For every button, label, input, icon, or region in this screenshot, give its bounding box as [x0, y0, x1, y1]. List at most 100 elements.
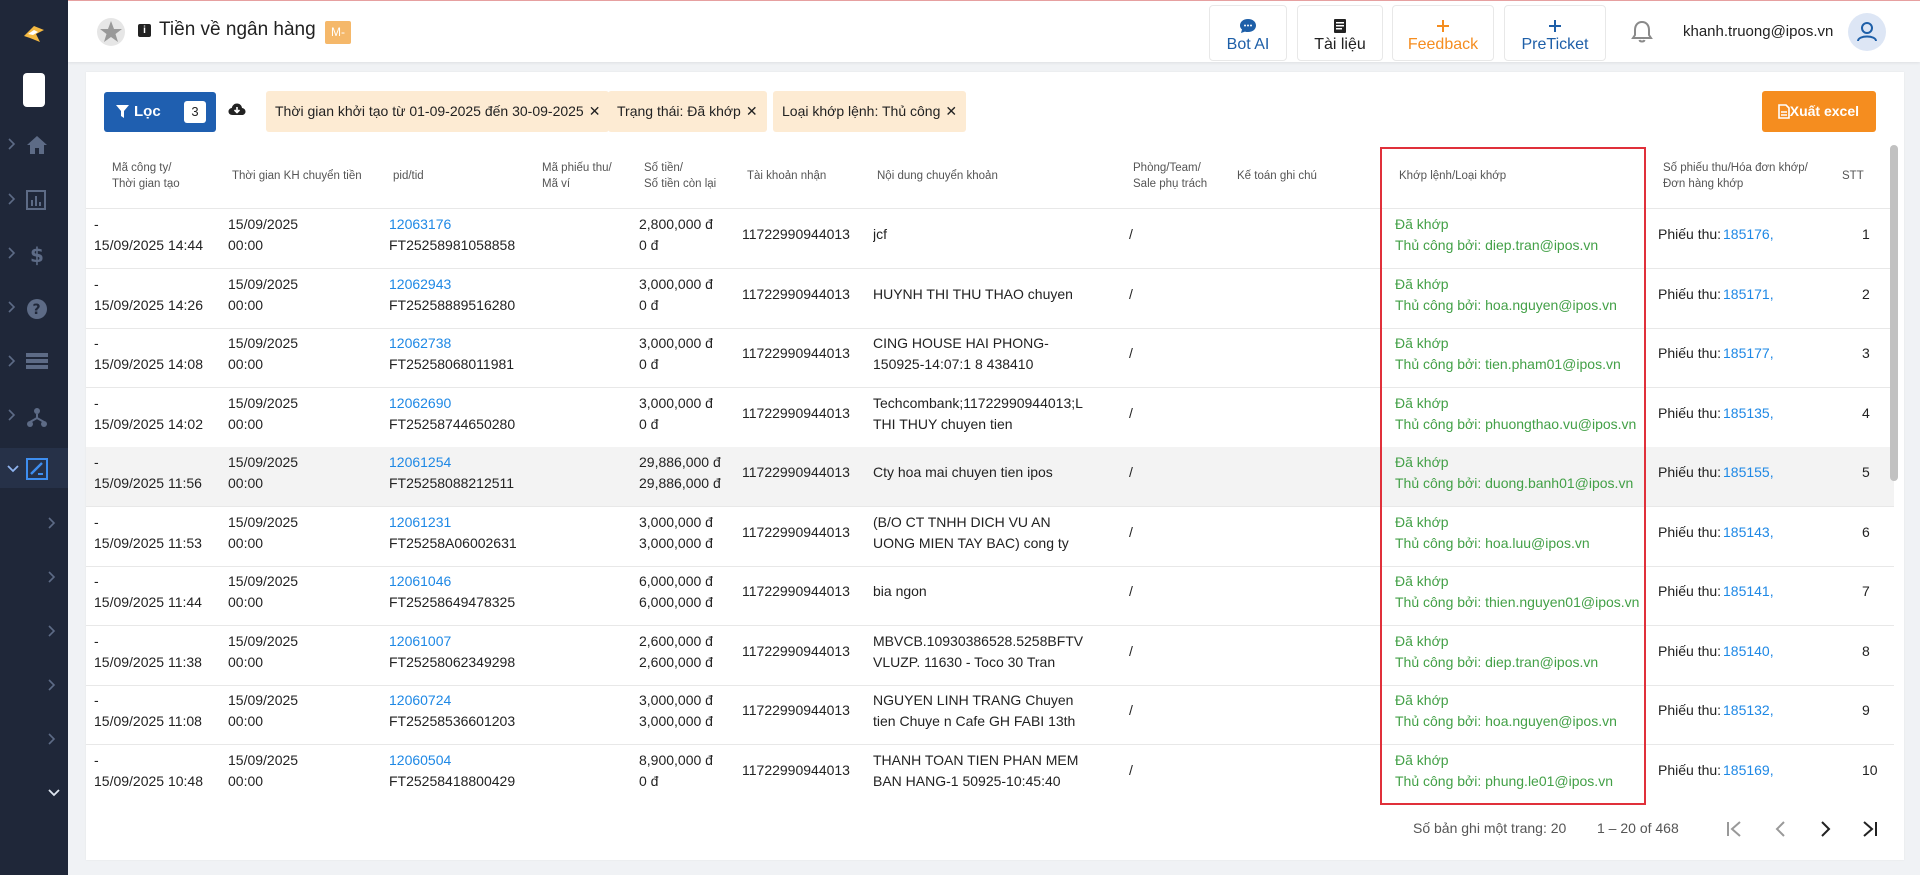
user-email[interactable]: khanh.truong@ipos.vn [1683, 23, 1833, 40]
cell-pid-link[interactable]: 12061046 [389, 571, 451, 592]
table-row[interactable]: - 15/09/2025 14:26 15/09/2025 00:00 12062943… [86, 269, 1894, 329]
previous-page-icon[interactable] [1770, 818, 1792, 840]
bot-ai-button[interactable]: Bot AI [1209, 5, 1287, 61]
cell-invoice-link[interactable]: 185143, [1723, 522, 1774, 543]
cell-created-time: 15/09/2025 10:48 [94, 773, 203, 789]
last-page-icon[interactable] [1858, 818, 1880, 840]
cell-transfer-content: Cty hoa mai chuyen tien ipos [873, 464, 1053, 480]
feedback-button[interactable]: Feedback [1392, 5, 1494, 61]
filter-chip-date[interactable]: Thời gian khởi tạo từ 01-09-2025 đến 30-… [266, 91, 610, 132]
sidebar-item-network[interactable] [0, 396, 68, 436]
chevron-right-icon [8, 193, 16, 205]
chevron-right-icon[interactable] [48, 516, 56, 530]
cell-pid-link[interactable]: 12062690 [389, 393, 451, 414]
cell-pid-link[interactable]: 12062943 [389, 274, 451, 295]
table-row[interactable]: - 15/09/2025 11:38 15/09/2025 00:00 12061007… [86, 626, 1894, 686]
cell-account: 11722990944013 [742, 524, 850, 540]
cell-created-time: 15/09/2025 11:44 [94, 594, 202, 610]
preticket-button[interactable]: PreTicket [1504, 5, 1606, 61]
sidebar-item-reports[interactable] [0, 180, 68, 220]
cell-invoice-link[interactable]: 185176, [1723, 224, 1774, 245]
avatar[interactable] [1848, 13, 1886, 51]
cell-invoice-link[interactable]: 185141, [1723, 581, 1774, 602]
cell-invoice-label: Phiếu thu: [1658, 583, 1722, 599]
cell-pid-link[interactable]: 12062738 [389, 333, 451, 354]
table-row[interactable]: - 15/09/2025 14:08 15/09/2025 00:00 12062738… [86, 328, 1894, 388]
cell-invoice-link[interactable]: 185132, [1723, 700, 1774, 721]
col-header-pid: pid/tid [393, 170, 424, 182]
cell-pid-link[interactable]: 12061254 [389, 452, 451, 473]
table-row[interactable]: - 15/09/2025 10:48 15/09/2025 00:00 12060504… [86, 745, 1894, 805]
module-badge: M- [325, 21, 351, 44]
sidebar-search-box[interactable] [23, 73, 45, 107]
cell-amount: 29,886,000 đ [639, 454, 721, 470]
favorite-star-icon[interactable] [96, 17, 126, 47]
col-header-receipt: Mã phiếu thu/Mã ví [542, 160, 612, 192]
chevron-right-icon[interactable] [48, 732, 56, 746]
cell-invoice-link[interactable]: 185155, [1723, 462, 1774, 483]
cell-invoice-link[interactable]: 185135, [1723, 403, 1774, 424]
close-icon[interactable]: ✕ [746, 103, 758, 119]
close-icon[interactable]: ✕ [945, 103, 957, 119]
cell-invoice-link[interactable]: 185177, [1723, 343, 1774, 364]
chevron-right-icon [8, 301, 16, 313]
table-row[interactable]: - 15/09/2025 11:56 15/09/2025 00:00 12061254… [86, 447, 1894, 507]
chevron-right-icon [8, 247, 16, 259]
cell-invoice-link[interactable]: 185171, [1723, 284, 1774, 305]
cloud-download-icon[interactable] [228, 102, 246, 118]
cell-kh-time: 00:00 [228, 713, 264, 729]
chevron-right-icon[interactable] [48, 624, 56, 638]
cell-pid-link[interactable]: 12063176 [389, 214, 451, 235]
cell-match-by: Thủ công bởi: thien.nguyen01@ipos.vn [1395, 594, 1640, 610]
cell-account: 11722990944013 [742, 226, 850, 242]
cell-pid-link[interactable]: 12061007 [389, 631, 451, 652]
documents-button[interactable]: Tài liệu [1297, 5, 1383, 61]
top-header: i Tiền về ngân hàng M- Bot AI Tài liệu F… [68, 0, 1920, 62]
cell-kh-date: 15/09/2025 [228, 752, 299, 768]
filter-button[interactable]: Lọc 3 [104, 92, 216, 132]
sidebar-item-bank-money[interactable] [0, 448, 68, 488]
table-row[interactable]: - 15/09/2025 11:53 15/09/2025 00:00 12061231… [86, 507, 1894, 567]
col-header-company-line2: Thời gian tạo [112, 178, 180, 190]
sidebar-collapse-chevron-icon[interactable] [47, 789, 61, 797]
chevron-right-icon[interactable] [48, 678, 56, 692]
table-row[interactable]: - 15/09/2025 14:02 15/09/2025 00:00 12062690… [86, 388, 1894, 448]
export-excel-button[interactable]: Xuất excel [1762, 91, 1876, 132]
close-icon[interactable]: ✕ [589, 103, 601, 119]
sidebar-item-finance[interactable]: $ [0, 234, 68, 274]
filter-chip-match-type[interactable]: Loại khớp lệnh: Thủ công ✕ [773, 91, 967, 132]
cell-match-status: Đã khớp [1395, 692, 1449, 708]
cell-tid: FT25258981058858 [389, 237, 516, 253]
cell-kh-date: 15/09/2025 [228, 514, 299, 530]
info-icon[interactable]: i [138, 24, 151, 37]
cell-team: / [1129, 583, 1133, 599]
sidebar-item-help[interactable]: ? [0, 288, 68, 328]
cell-stt: 1 [1862, 226, 1870, 242]
first-page-icon[interactable] [1724, 818, 1746, 840]
table-row[interactable]: - 15/09/2025 14:44 15/09/2025 00:00 12063176… [86, 209, 1894, 269]
cell-match-by: Thủ công bởi: duong.banh01@ipos.vn [1395, 475, 1634, 491]
cell-kh-time: 00:00 [228, 773, 264, 789]
table-scrollbar[interactable] [1890, 145, 1898, 481]
next-page-icon[interactable] [1814, 818, 1836, 840]
cell-pid-link[interactable]: 12060724 [389, 690, 451, 711]
table-row[interactable]: - 15/09/2025 11:08 15/09/2025 00:00 12060724… [86, 685, 1894, 745]
cell-invoice-link[interactable]: 185140, [1723, 641, 1774, 662]
cell-invoice-link[interactable]: 185169, [1723, 760, 1774, 781]
app-logo-icon[interactable] [20, 20, 48, 48]
cell-pid-link[interactable]: 12060504 [389, 750, 451, 771]
sidebar-item-home[interactable] [0, 125, 68, 165]
sidebar-item-list[interactable] [0, 342, 68, 382]
cell-stt: 6 [1862, 524, 1870, 540]
table-row[interactable]: - 15/09/2025 11:44 15/09/2025 00:00 12061046… [86, 566, 1894, 626]
notification-bell-icon[interactable] [1630, 19, 1654, 45]
filter-chip-status[interactable]: Trạng thái: Đã khớp ✕ [608, 91, 767, 132]
svg-text:$: $ [30, 244, 44, 266]
cell-transfer-content: THANH TOAN TIEN PHAN MEM BAN HANG-1 5092… [873, 752, 1079, 789]
cell-invoice-label: Phiếu thu: [1658, 405, 1722, 421]
cell-pid-link[interactable]: 12061231 [389, 512, 451, 533]
chevron-right-icon[interactable] [48, 570, 56, 584]
cell-transfer-content: NGUYEN LINH TRANG Chuyen tien Chuye n Ca… [873, 692, 1076, 729]
cell-stt: 2 [1862, 286, 1870, 302]
page-size-label[interactable]: Số bản ghi một trang: 20 [1413, 820, 1566, 836]
